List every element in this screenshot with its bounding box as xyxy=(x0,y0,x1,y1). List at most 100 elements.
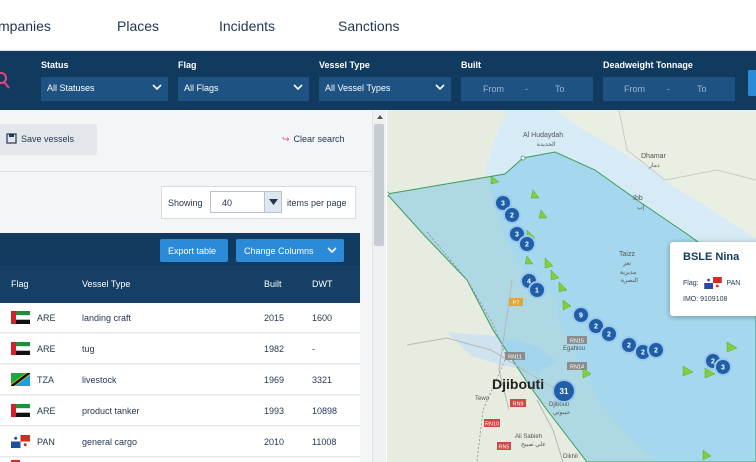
place-label: Tewo xyxy=(475,396,490,402)
nav-incidents[interactable]: Incidents xyxy=(219,18,275,34)
search-filter-icon[interactable] xyxy=(0,69,14,91)
svg-text:P7: P7 xyxy=(513,301,520,307)
cell-vessel-type: landing craft xyxy=(82,313,132,323)
cell-built: 2015 xyxy=(264,313,285,323)
change-columns-button[interactable]: Change Columns xyxy=(236,239,344,262)
cell-dwt: 11008 xyxy=(312,437,337,447)
cell-flag: ARE xyxy=(37,313,56,323)
table-row[interactable]: PAN general cargo 2010 11008 xyxy=(0,427,360,457)
flag-select[interactable]: All Flags xyxy=(178,77,309,101)
table-row[interactable]: TZA livestock 1969 3321 xyxy=(0,365,360,395)
place-label: Dhamar xyxy=(641,153,667,160)
results-panel: Save vessels ↪ Clear search Showing 40 it… xyxy=(0,110,372,462)
svg-text:RN10: RN10 xyxy=(485,422,499,428)
cell-built: 1969 xyxy=(264,375,285,385)
place-label: Ali Sabieh xyxy=(515,434,542,440)
zone-vertex[interactable] xyxy=(520,155,526,161)
cell-built: 1982 xyxy=(264,344,285,354)
svg-text:31: 31 xyxy=(560,387,569,396)
svg-text:9: 9 xyxy=(579,313,583,320)
chevron-down-icon xyxy=(435,84,445,91)
clear-search-label: Clear search xyxy=(293,134,345,144)
vessel-cluster[interactable]: 2 xyxy=(518,235,536,253)
svg-text:3: 3 xyxy=(501,201,505,208)
svg-text:2: 2 xyxy=(525,242,529,249)
cell-vessel-type: general cargo xyxy=(82,437,138,447)
dropdown-toggle[interactable] xyxy=(264,192,281,212)
svg-text:RN15: RN15 xyxy=(570,339,584,345)
status-select-value: All Statuses xyxy=(47,83,95,93)
panama-flag-icon xyxy=(703,277,722,289)
cell-vessel-type: tug xyxy=(82,344,95,354)
svg-text:RN5: RN5 xyxy=(498,445,509,451)
column-header-vessel-type[interactable]: Vessel Type xyxy=(82,279,130,289)
cell-flag: ARE xyxy=(37,344,56,354)
popup-flag: Flag: PAN xyxy=(683,277,740,289)
table-header: Flag Vessel Type Built DWT xyxy=(0,266,360,303)
popup-vessel-name[interactable]: BSLE Nina xyxy=(683,251,739,263)
country-label: Djibouti xyxy=(492,376,544,392)
svg-text:2: 2 xyxy=(387,110,389,112)
vessel-popup[interactable]: BSLE Nina Flag: PAN IMO: 9109108 xyxy=(670,242,756,316)
road-badge: P7 xyxy=(509,298,523,307)
place-label: تعز xyxy=(622,261,631,267)
svg-text:1: 1 xyxy=(535,288,539,295)
vessel-cluster[interactable]: 2 xyxy=(387,110,389,112)
cell-built: 1993 xyxy=(264,406,285,416)
cell-flag: TZA xyxy=(37,375,54,385)
cell-vessel-type: livestock xyxy=(82,375,117,385)
table-row[interactable]: ARE tug 1982 - xyxy=(0,334,360,364)
status-select[interactable]: All Statuses xyxy=(41,77,168,101)
column-header-built[interactable]: Built xyxy=(264,279,282,289)
place-label: Dikhil xyxy=(563,454,578,460)
nav-sanctions[interactable]: Sanctions xyxy=(338,18,399,34)
divider xyxy=(0,171,372,172)
export-table-button[interactable]: Export table xyxy=(160,239,228,262)
search-button[interactable] xyxy=(748,70,756,96)
table-row[interactable] xyxy=(0,458,360,462)
scroll-up-icon[interactable] xyxy=(373,111,387,123)
deadweight-range: From - To xyxy=(603,77,735,101)
built-to-input[interactable]: To xyxy=(555,84,565,94)
place-label: Taizz xyxy=(619,251,635,258)
svg-text:3: 3 xyxy=(721,365,725,372)
table-toolbar: Export table Change Columns xyxy=(0,233,360,266)
table-row[interactable]: ARE landing craft 2015 1600 xyxy=(0,303,360,333)
items-per-page-select[interactable]: 40 xyxy=(210,191,282,213)
clear-search-link[interactable]: ↪ Clear search xyxy=(282,134,345,145)
vessel-cluster[interactable]: 31 xyxy=(552,379,576,403)
svg-text:RN11: RN11 xyxy=(508,355,522,361)
vessel-cluster[interactable]: 1 xyxy=(528,281,546,299)
built-from-input[interactable]: From xyxy=(483,84,504,94)
popup-imo: IMO: 9109108 xyxy=(683,296,727,303)
clear-icon: ↪ xyxy=(282,134,290,144)
deadweight-filter-label: Deadweight Tonnage xyxy=(603,60,693,70)
popup-flag-label: Flag: xyxy=(683,279,699,287)
vessel-cluster[interactable]: 2 xyxy=(600,325,618,343)
column-header-flag[interactable]: Flag xyxy=(11,279,29,289)
deadweight-to-input[interactable]: To xyxy=(697,84,707,94)
vessel-cluster[interactable]: 9 xyxy=(572,306,590,324)
showing-label: Showing xyxy=(168,198,203,208)
vessel-cluster[interactable]: 2 xyxy=(647,341,665,359)
tanzania-flag-icon xyxy=(11,373,30,386)
status-filter-label: Status xyxy=(41,60,69,70)
svg-text:3: 3 xyxy=(515,232,519,239)
cell-dwt: - xyxy=(312,344,315,354)
deadweight-from-input[interactable]: From xyxy=(624,84,645,94)
built-filter-label: Built xyxy=(461,60,481,70)
nav-companies[interactable]: mpanies xyxy=(0,18,51,34)
road-badge: RN11 xyxy=(505,352,525,361)
column-header-dwt[interactable]: DWT xyxy=(312,279,333,289)
vessel-cluster[interactable]: 2 xyxy=(503,206,521,224)
nav-places[interactable]: Places xyxy=(117,18,159,34)
scrollbar-thumb[interactable] xyxy=(374,124,384,246)
flag-select-value: All Flags xyxy=(184,83,219,93)
save-vessels-button[interactable]: Save vessels xyxy=(0,124,97,155)
place-label: Ibb xyxy=(633,195,643,202)
vessel-type-select[interactable]: All Vessel Types xyxy=(319,77,451,101)
table-row[interactable]: ARE product tanker 1993 10898 xyxy=(0,396,360,426)
zone-vertex[interactable] xyxy=(387,191,390,197)
vessel-cluster[interactable]: 3 xyxy=(714,358,732,376)
range-dash: - xyxy=(525,84,528,94)
